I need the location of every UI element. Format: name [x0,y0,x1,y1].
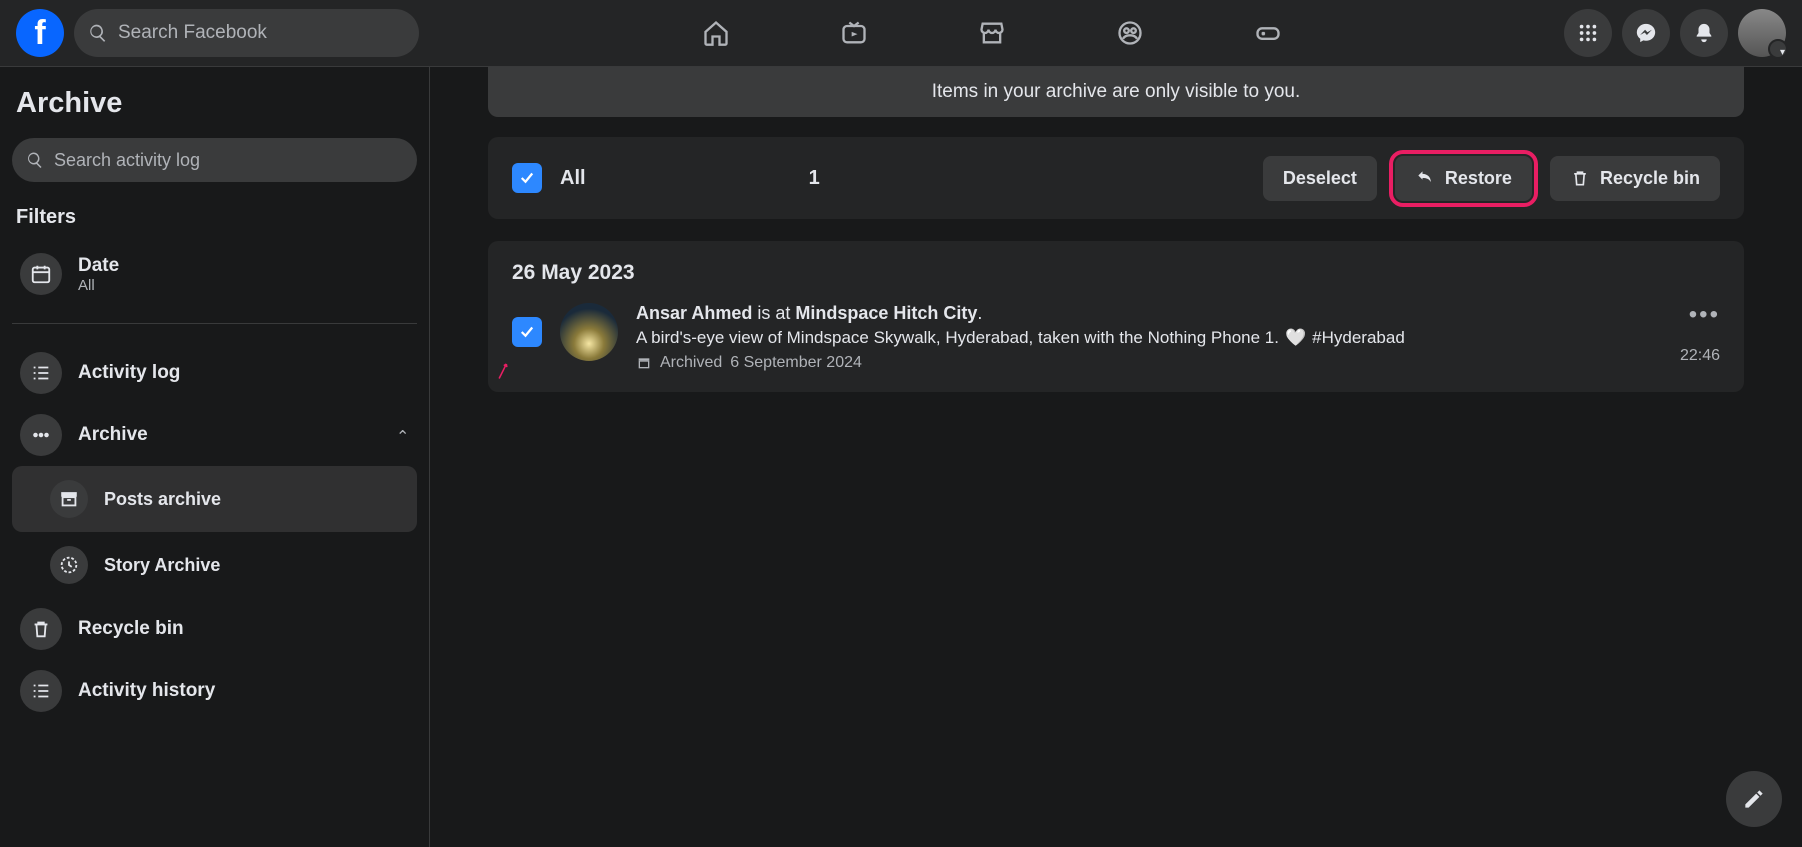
deselect-button[interactable]: Deselect [1263,156,1377,201]
edit-fab[interactable] [1726,771,1782,827]
post-time: 22:46 [1680,347,1720,365]
annotation-arrow-icon [494,361,512,379]
sidebar-item-label: Activity log [78,362,409,384]
post-title: Ansar Ahmed is at Mindspace Hitch City. [636,303,1662,324]
center-nav [419,5,1564,61]
video-icon [840,19,868,47]
right-nav: ▾ [1564,9,1786,57]
post-body[interactable]: Ansar Ahmed is at Mindspace Hitch City. … [636,303,1662,372]
top-navigation: f Search Facebook ▾ [0,0,1802,67]
nav-groups[interactable] [1065,5,1195,61]
nav-home[interactable] [651,5,781,61]
search-icon [26,151,44,169]
grid-icon [1577,22,1599,44]
groups-icon [1116,19,1144,47]
post-thumbnail[interactable] [560,303,618,361]
recycle-bin-button[interactable]: Recycle bin [1550,156,1720,201]
post-options-button[interactable]: ••• [1689,303,1720,327]
home-icon [702,19,730,47]
notifications-button[interactable] [1680,9,1728,57]
sidebar-item-posts-archive[interactable]: Posts archive [12,466,417,532]
search-icon [88,23,108,43]
archive-date-group: 26 May 2023 Ansar Ahmed is at Mindspace … [488,241,1744,392]
post-checkbox[interactable] [512,317,542,347]
filter-date-value: All [78,277,119,294]
button-label: Recycle bin [1600,168,1700,189]
filters-heading: Filters [12,206,417,229]
facebook-logo[interactable]: f [16,9,64,57]
list-icon [20,352,62,394]
nav-gaming[interactable] [1203,5,1333,61]
gaming-icon [1254,19,1282,47]
archive-icon [636,355,652,371]
sidebar-item-activity-log[interactable]: Activity log [12,342,417,404]
filter-date[interactable]: Date All [12,243,417,305]
trash-icon [1570,168,1590,188]
post-description: A bird's-eye view of Mindspace Skywalk, … [636,328,1662,348]
sidebar-item-recycle-bin[interactable]: Recycle bin [12,598,417,660]
sidebar-item-label: Activity history [78,680,409,702]
more-icon [20,414,62,456]
page-title: Archive [12,87,417,120]
main-content: Items in your archive are only visible t… [430,67,1802,847]
sidebar-item-label: Posts archive [104,489,221,510]
button-label: Restore [1445,168,1512,189]
sidebar-item-label: Archive [78,424,380,446]
nav-watch[interactable] [789,5,919,61]
global-search-placeholder: Search Facebook [118,22,267,44]
post-meta: Archived 6 September 2024 [636,354,1662,372]
activity-search-input[interactable]: Search activity log [12,138,417,182]
archived-post-row: Ansar Ahmed is at Mindspace Hitch City. … [512,303,1720,372]
filter-date-label: Date [78,255,119,277]
sidebar: Archive Search activity log Filters Date… [0,67,430,847]
divider [12,323,417,324]
activity-search-placeholder: Search activity log [54,150,200,171]
post-place: Mindspace Hitch City [795,303,977,323]
bell-icon [1693,22,1715,44]
archived-date: 6 September 2024 [730,354,862,372]
archived-label: Archived [660,354,722,372]
group-date-heading: 26 May 2023 [512,261,1720,285]
sidebar-item-archive[interactable]: Archive ⌄ [12,404,417,466]
post-verb: is at [752,303,795,323]
sidebar-item-story-archive[interactable]: Story Archive [12,532,417,598]
sidebar-item-label: Story Archive [104,555,220,576]
calendar-icon [20,253,62,295]
nav-marketplace[interactable] [927,5,1057,61]
undo-icon [1415,168,1435,188]
info-banner: Items in your archive are only visible t… [488,67,1744,117]
heart-icon: 🤍 [1285,328,1306,348]
menu-button[interactable] [1564,9,1612,57]
sidebar-item-activity-history[interactable]: Activity history [12,660,417,722]
list-icon [20,670,62,712]
selection-toolbar: All 1 Deselect Restore Recycle bin [488,137,1744,219]
clock-icon [50,546,88,584]
chevron-up-icon: ⌄ [396,425,409,445]
check-icon [518,323,536,341]
restore-button[interactable]: Restore [1395,156,1532,201]
global-search-input[interactable]: Search Facebook [74,9,419,57]
marketplace-icon [978,19,1006,47]
messenger-icon [1635,22,1657,44]
chevron-down-icon: ▾ [1780,47,1785,58]
post-author: Ansar Ahmed [636,303,752,323]
archive-box-icon [50,480,88,518]
messenger-button[interactable] [1622,9,1670,57]
trash-icon [20,608,62,650]
edit-icon [1741,786,1767,812]
account-avatar[interactable]: ▾ [1738,9,1786,57]
post-hashtag: #Hyderabad [1312,328,1405,348]
button-label: Deselect [1283,168,1357,189]
sidebar-item-label: Recycle bin [78,618,409,640]
selected-count: 1 [430,167,1245,190]
post-period: . [977,303,982,323]
